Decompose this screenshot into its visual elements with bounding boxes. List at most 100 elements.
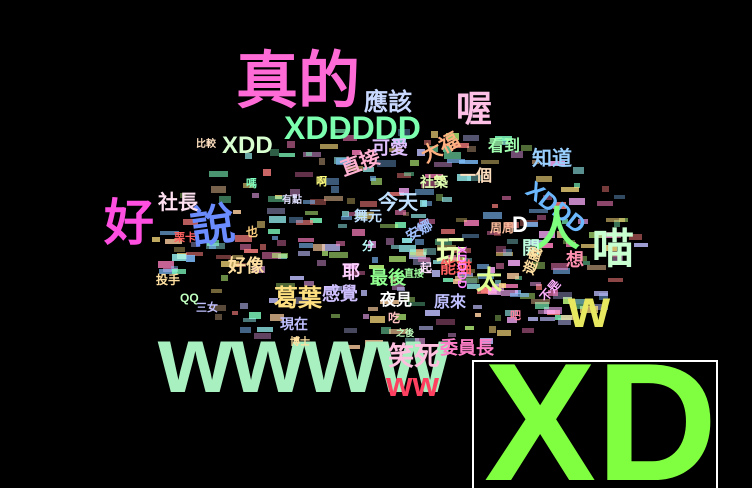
cloud-filler-glyph xyxy=(404,172,414,176)
cloud-filler-glyph xyxy=(608,278,623,282)
cloud-filler-glyph xyxy=(352,229,365,236)
word-ye: 耶 xyxy=(342,262,360,283)
word-tai: 太 xyxy=(476,266,503,296)
word-chi: 吃 xyxy=(388,311,401,325)
cloud-filler-glyph xyxy=(331,186,339,193)
word-ba: 吧 xyxy=(510,309,521,322)
cloud-filler-glyph xyxy=(459,160,478,164)
word-ren: 人 xyxy=(534,202,580,256)
cloud-filler-glyph xyxy=(483,212,502,219)
word-miao: 喵 xyxy=(592,224,635,273)
word-xianzai: 現在 xyxy=(280,317,308,333)
cloud-filler-glyph xyxy=(597,201,613,206)
cloud-filler-glyph xyxy=(211,186,226,193)
cloud-filler-glyph xyxy=(174,247,185,252)
word-xdd: XDD xyxy=(222,132,273,159)
cloud-filler-glyph xyxy=(561,187,579,192)
cloud-filler-glyph xyxy=(303,200,315,204)
cloud-filler-glyph xyxy=(442,197,452,202)
cloud-filler-glyph xyxy=(267,208,285,214)
word-haoxiang: 好像 xyxy=(228,256,264,277)
cloud-filler-glyph xyxy=(289,217,303,223)
cloud-filler-glyph xyxy=(489,326,496,333)
word-keai: 可愛 xyxy=(372,138,408,159)
cloud-filler-glyph xyxy=(389,256,406,262)
cloud-filler-glyph xyxy=(492,204,498,208)
cloud-filler-glyph xyxy=(614,195,625,199)
cloud-filler-glyph xyxy=(317,260,326,266)
word-zuihou: 最後 xyxy=(370,268,406,289)
cloud-filler-glyph xyxy=(443,278,453,282)
word-ww: ww xyxy=(386,366,439,404)
cloud-filler-glyph xyxy=(538,310,555,314)
cloud-filler-glyph xyxy=(391,245,399,249)
cloud-filler-glyph xyxy=(467,146,476,152)
cloud-filler-glyph xyxy=(221,275,228,281)
cloud-filler-glyph xyxy=(298,251,310,256)
cloud-filler-glyph xyxy=(306,152,312,156)
cloud-filler-glyph xyxy=(322,251,328,256)
word-wuyuan: 舞元 xyxy=(354,209,382,225)
word-xdddd: XDDDD xyxy=(455,246,469,289)
cloud-filler-glyph xyxy=(372,257,378,263)
cloud-filler-glyph xyxy=(326,178,339,185)
word-sannv: 三女 xyxy=(196,301,218,314)
word-bushi: 不是 xyxy=(537,276,564,305)
cloud-filler-glyph xyxy=(507,273,519,279)
cloud-filler-glyph xyxy=(386,238,394,245)
word-shezhang: 社長 xyxy=(158,190,198,214)
cloud-filler-glyph xyxy=(257,221,265,228)
cloud-filler-glyph xyxy=(448,333,456,337)
cloud-filler-glyph xyxy=(606,218,625,222)
cloud-filler-glyph xyxy=(495,315,501,321)
cloud-filler-glyph xyxy=(305,211,318,215)
cloud-filler-glyph xyxy=(456,218,467,222)
word-zhidao: 知道 xyxy=(532,146,572,170)
highlight-word-xd: XD xyxy=(484,360,718,488)
word-ganjue: 感覺 xyxy=(322,284,358,305)
highlight-box: XD xyxy=(472,360,718,488)
cloud-filler-glyph xyxy=(508,260,520,266)
word-anna: 安娜 xyxy=(403,217,436,245)
cloud-filler-glyph xyxy=(269,216,286,223)
cloud-filler-glyph xyxy=(507,239,518,244)
cloud-filler-glyph xyxy=(522,328,534,333)
cloud-filler-glyph xyxy=(347,198,355,204)
cloud-filler-glyph xyxy=(540,317,555,321)
cloud-filler-glyph xyxy=(233,210,241,214)
cloud-filler-glyph xyxy=(279,153,295,157)
cloud-filler-glyph xyxy=(441,229,455,234)
cloud-filler-glyph xyxy=(475,313,481,317)
cloud-filler-glyph xyxy=(336,241,345,246)
cloud-filler-glyph xyxy=(209,171,228,177)
word-zhihou: 之後 xyxy=(396,329,415,339)
word-cloud: 真的 wwww XDDDDD 好 說 喔 應該 XDD 喵 w XDDD 人 w… xyxy=(0,0,752,488)
cloud-filler-glyph xyxy=(277,240,286,246)
word-ma: 嗎 xyxy=(246,177,257,190)
word-fen: 分 xyxy=(362,239,375,253)
cloud-filler-glyph xyxy=(268,229,280,234)
word-shezhu: 社築 xyxy=(420,175,448,191)
cloud-filler-glyph xyxy=(410,160,419,166)
cloud-filler-glyph xyxy=(299,243,313,248)
word-yinggai: 應該 xyxy=(364,88,412,116)
cloud-filler-glyph xyxy=(295,172,313,177)
word-a: 啊 xyxy=(316,175,327,188)
cloud-filler-glyph xyxy=(263,169,271,176)
cloud-filler-glyph xyxy=(423,248,436,255)
word-w: w xyxy=(568,279,611,339)
word-ye-small: 也 xyxy=(246,225,259,239)
word-kandao: 看到 xyxy=(488,136,521,155)
cloud-filler-glyph xyxy=(244,249,258,253)
cloud-filler-glyph xyxy=(510,293,529,297)
cloud-filler-glyph xyxy=(399,245,416,252)
word-xiang: 想 xyxy=(566,250,584,271)
cloud-filler-glyph xyxy=(463,135,479,141)
word-yige: 一個 xyxy=(460,166,493,185)
word-zhouzhou: 周周 xyxy=(490,221,515,235)
word-geye: 葛葉 xyxy=(274,284,322,312)
cloud-filler-glyph xyxy=(329,252,348,258)
cloud-filler-glyph xyxy=(272,253,288,258)
word-yejian: 夜見 xyxy=(380,290,413,309)
cloud-filler-glyph xyxy=(583,261,590,265)
